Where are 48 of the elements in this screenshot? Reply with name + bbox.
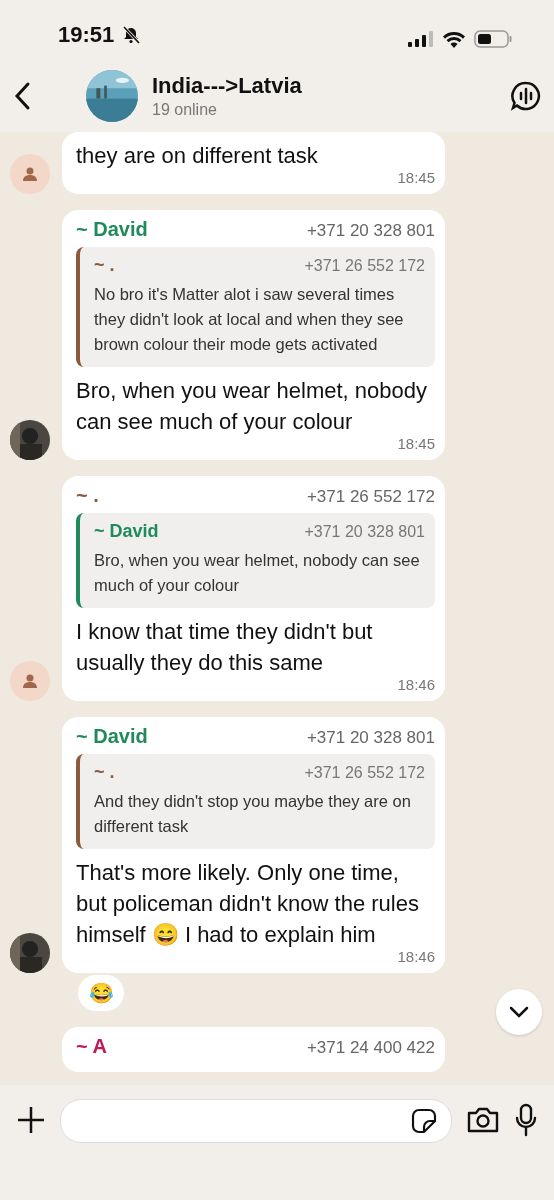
quoted-sender: ~ .	[94, 762, 115, 783]
chat-title: India--->Latvia	[152, 73, 303, 99]
group-avatar[interactable]	[86, 70, 138, 122]
phone-number: +371 24 400 422	[306, 1038, 435, 1058]
quoted-text: And they didn't stop you maybe they are on different task	[94, 791, 412, 837]
microphone-icon	[514, 1103, 538, 1137]
quoted-message[interactable]: ~ . +371 26 552 172 No bro it's Matter alot i saw several times they didn't look at local and when they see brown colour their mode gets activated	[76, 247, 435, 367]
message-text: I know that time they didn't but usually they do this same	[76, 618, 374, 677]
sender-name[interactable]: ~ .	[76, 484, 99, 507]
signal-icon	[408, 31, 434, 47]
scroll-down-button[interactable]	[496, 989, 542, 1035]
message-time: 18:46	[397, 676, 435, 693]
message-time: 18:45	[397, 435, 435, 452]
phone-number: +371 26 552 172	[304, 764, 425, 782]
plus-icon	[16, 1105, 46, 1135]
quoted-message[interactable]: ~ . +371 26 552 172 And they didn't stop you maybe they are on different task	[76, 754, 435, 849]
message-time: 18:46	[397, 948, 435, 965]
phone-number: +371 26 552 172	[306, 487, 435, 507]
voice-chat-icon	[510, 80, 542, 112]
battery-icon	[474, 30, 512, 48]
quoted-text: No bro it's Matter alot i saw several times they didn't look at local and when they see brown colour their mode gets activated	[94, 284, 405, 355]
phone-number: +371 26 552 172	[304, 257, 425, 275]
phone-number: +371 20 328 801	[306, 728, 435, 748]
quoted-message[interactable]: ~ David +371 20 328 801 Bro, when you wear helmet, nobody can see much of your colour	[76, 513, 435, 608]
phone-number: +371 20 328 801	[306, 221, 435, 241]
bell-off-icon	[122, 26, 141, 44]
sender-name[interactable]: ~ David	[76, 218, 148, 241]
status-time: 19:51	[58, 22, 115, 48]
message-text: they are on different task	[76, 142, 319, 170]
person-icon	[22, 166, 38, 182]
sender-name[interactable]: ~ A	[76, 1035, 107, 1058]
chat-subtitle: 19 online	[152, 101, 218, 119]
avatar[interactable]	[10, 933, 50, 973]
quoted-sender: ~ David	[94, 521, 159, 542]
message-text: That's more likely. Only one time, but policeman didn't know the rules himself 😄 I had to explain him	[76, 859, 420, 949]
quoted-text: Bro, when you wear helmet, nobody can see much of your colour	[94, 550, 421, 596]
message-text: Bro, when you wear helmet, nobody can see much of your colour	[76, 377, 428, 436]
quoted-sender: ~ .	[94, 255, 115, 276]
sender-name[interactable]: ~ David	[76, 725, 148, 748]
wifi-icon	[442, 30, 466, 48]
avatar[interactable]	[10, 420, 50, 460]
phone-number: +371 20 328 801	[304, 523, 425, 541]
camera-icon	[466, 1106, 500, 1134]
sticker-icon[interactable]	[411, 1108, 437, 1134]
message-input[interactable]	[60, 1099, 452, 1143]
person-icon	[22, 673, 38, 689]
message-time: 18:45	[397, 169, 435, 186]
chevron-down-icon	[509, 1006, 529, 1018]
